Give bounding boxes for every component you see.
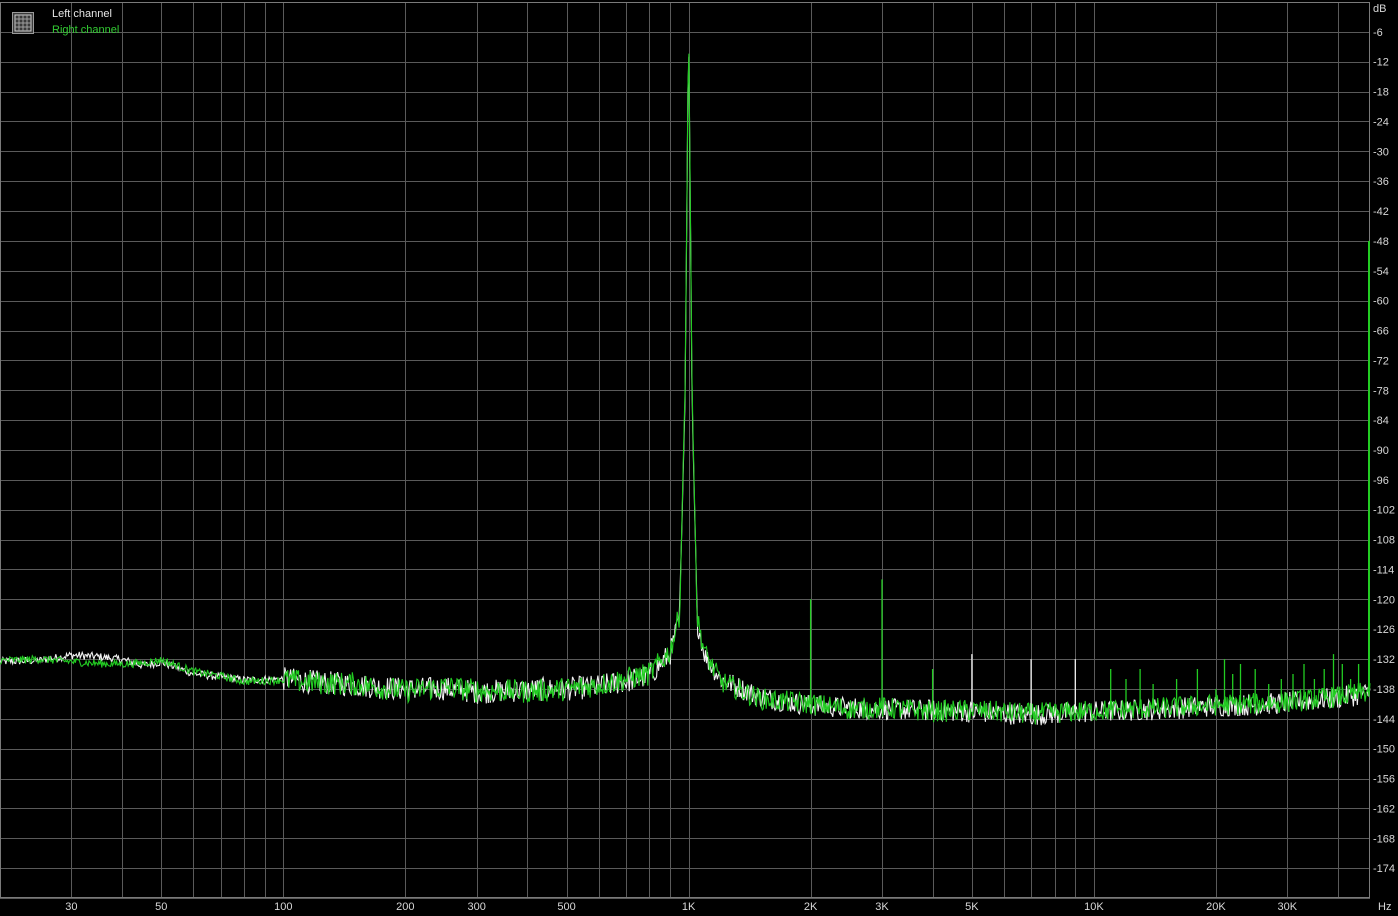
x-tick-label: 30 xyxy=(65,901,77,913)
x-tick-label: 10K xyxy=(1084,901,1104,913)
x-tick-label: 1K xyxy=(682,901,696,913)
legend-left-channel: Left channel xyxy=(52,8,112,20)
y-tick-label: -66 xyxy=(1373,326,1389,338)
y-tick-label: -102 xyxy=(1373,505,1395,517)
y-tick-label: -132 xyxy=(1373,654,1395,666)
y-tick-label: -120 xyxy=(1373,594,1395,606)
y-tick-label: -36 xyxy=(1373,176,1389,188)
x-tick-label: 5K xyxy=(965,901,979,913)
x-tick-label: 3K xyxy=(875,901,889,913)
x-tick-label: 2K xyxy=(804,901,818,913)
y-tick-label: -42 xyxy=(1373,206,1389,218)
spectrum-chart: dB -6 -12 -18 -24 -30 -36 -42 -48 -54 -60 -66 -72 -78… xyxy=(0,0,1398,916)
spectrum-view-icon[interactable] xyxy=(12,12,34,34)
y-tick-label: -24 xyxy=(1373,117,1389,129)
y-tick-label: -78 xyxy=(1373,385,1389,397)
y-unit-label: dB xyxy=(1373,3,1386,15)
y-tick-label: -60 xyxy=(1373,296,1389,308)
y-tick-label: -108 xyxy=(1373,535,1395,547)
x-tick-label: 30K xyxy=(1278,901,1298,913)
y-tick-label: -18 xyxy=(1373,87,1389,99)
y-tick-label: -90 xyxy=(1373,445,1389,457)
y-tick-label: -138 xyxy=(1373,684,1395,696)
y-tick-label: -12 xyxy=(1373,57,1389,69)
x-tick-label: 300 xyxy=(468,901,486,913)
y-tick-label: -162 xyxy=(1373,803,1395,815)
y-tick-label: -168 xyxy=(1373,833,1395,845)
y-tick-label: -48 xyxy=(1373,236,1389,248)
legend-right-channel: Right channel xyxy=(52,24,120,36)
x-tick-label: 50 xyxy=(155,901,167,913)
y-tick-label: -114 xyxy=(1373,565,1394,577)
x-tick-label: 200 xyxy=(396,901,414,913)
y-tick-label: -156 xyxy=(1373,774,1395,786)
y-tick-label: -174 xyxy=(1373,863,1395,875)
right-edge-bar xyxy=(1368,240,1370,689)
y-tick-label: -84 xyxy=(1373,415,1389,427)
x-tick-label: 20K xyxy=(1206,901,1226,913)
x-tick-label: 100 xyxy=(274,901,292,913)
y-tick-label: -144 xyxy=(1373,714,1395,726)
y-tick-label: -54 xyxy=(1373,266,1389,278)
y-tick-label: -6 xyxy=(1373,27,1383,39)
y-tick-label: -150 xyxy=(1373,744,1395,756)
y-tick-label: -126 xyxy=(1373,624,1395,636)
y-tick-label: -96 xyxy=(1373,475,1389,487)
x-unit-label: Hz xyxy=(1378,901,1391,913)
y-tick-label: -30 xyxy=(1373,146,1389,158)
y-tick-label: -72 xyxy=(1373,355,1389,367)
x-tick-label: 500 xyxy=(557,901,575,913)
plot-background xyxy=(0,0,1398,916)
